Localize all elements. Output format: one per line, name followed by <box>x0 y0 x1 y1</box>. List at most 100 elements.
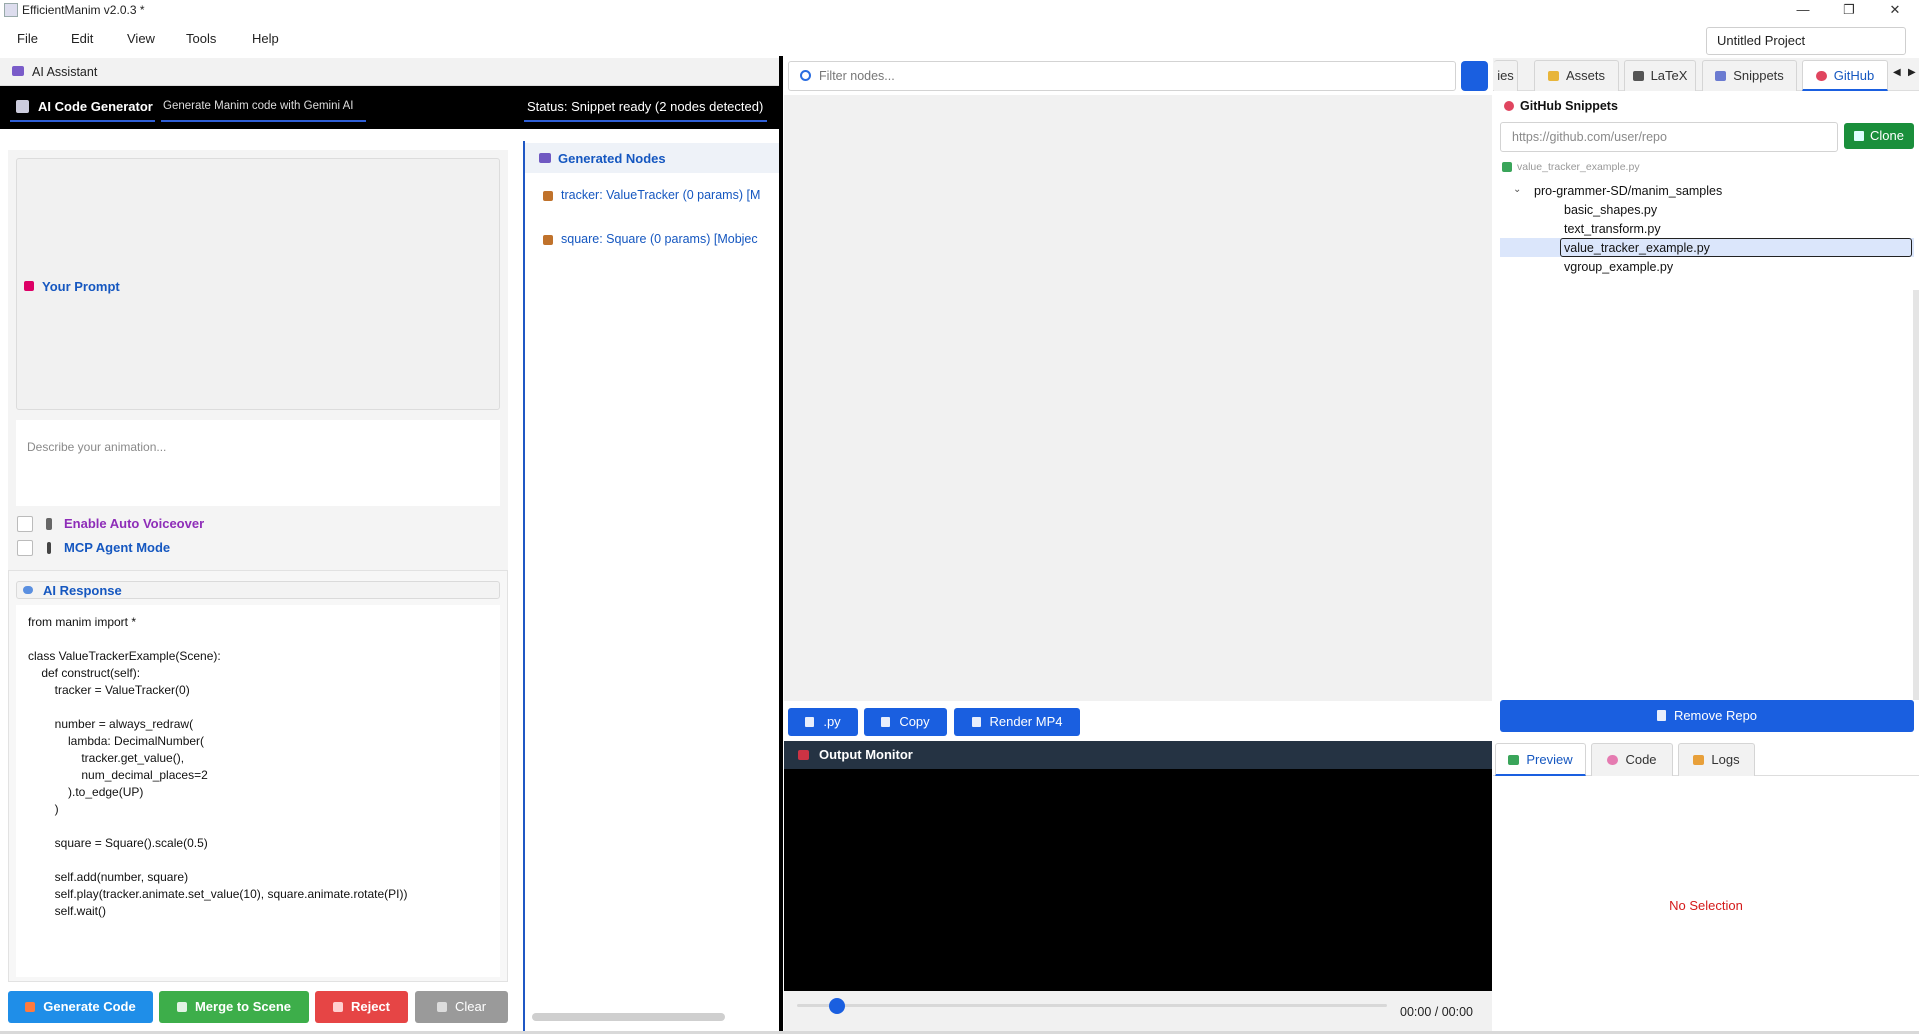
tree-file-item[interactable]: text_transform.py <box>1564 222 1661 236</box>
maximize-button[interactable]: ❐ <box>1826 0 1872 20</box>
render-mp4-button[interactable]: Render MP4 <box>954 708 1080 736</box>
chevron-down-icon[interactable]: ⌄ <box>1513 184 1521 195</box>
title-bar: EfficientManim v2.0.3 * — ❐ ✕ <box>0 0 1919 20</box>
monitor-icon <box>798 750 809 760</box>
panel-divider[interactable] <box>779 56 783 1034</box>
nodes-horizontal-scrollbar[interactable] <box>532 1013 725 1021</box>
node-item-tracker[interactable]: tracker: ValueTracker (0 params) [M <box>561 188 789 202</box>
generated-nodes-header: Generated Nodes <box>525 143 779 173</box>
clear-button[interactable]: Clear <box>415 991 508 1023</box>
filter-action-button[interactable] <box>1461 61 1488 91</box>
picture-icon <box>1508 755 1520 765</box>
clipboard-icon <box>881 717 891 727</box>
prompt-icon <box>24 281 34 291</box>
reject-button[interactable]: Reject <box>315 991 408 1023</box>
save-py-label: .py <box>823 714 841 729</box>
tab-properties-label: ies <box>1497 68 1514 83</box>
save-py-button[interactable]: .py <box>788 708 858 736</box>
tab-preview-label: Preview <box>1526 752 1573 767</box>
pen-icon <box>1632 71 1644 81</box>
pin-icon <box>47 542 51 554</box>
remove-repo-button[interactable]: Remove Repo <box>1500 700 1914 732</box>
copy-label: Copy <box>899 714 930 729</box>
node-item-square[interactable]: square: Square (0 params) [Mobjec <box>561 232 789 246</box>
tab-assets-label: Assets <box>1565 68 1605 83</box>
menu-tools[interactable]: Tools <box>186 31 216 46</box>
generator-title-underline <box>10 120 155 122</box>
no-selection-message: No Selection <box>1669 898 1743 913</box>
output-monitor-title: Output Monitor <box>819 747 913 762</box>
search-icon <box>800 70 811 81</box>
status-underline <box>524 120 767 122</box>
generator-subtitle: Generate Manim code with Gemini AI <box>163 100 354 112</box>
ai-assistant-header: AI Assistant <box>0 58 780 86</box>
merge-to-scene-button[interactable]: Merge to Scene <box>159 991 309 1023</box>
menu-file[interactable]: File <box>17 31 38 46</box>
chat-bubble-icon <box>23 586 33 594</box>
response-code[interactable]: from manim import * class ValueTrackerEx… <box>16 605 500 977</box>
tab-latex-label: LaTeX <box>1650 68 1688 83</box>
tab-logs[interactable]: Logs <box>1678 743 1755 776</box>
app-icon <box>4 3 18 17</box>
github-icon <box>1815 71 1827 81</box>
mcp-agent-label[interactable]: MCP Agent Mode <box>64 540 170 555</box>
output-monitor-header: Output Monitor <box>784 741 1492 769</box>
project-name-field[interactable]: Untitled Project <box>1706 27 1906 55</box>
generator-status: Status: Snippet ready (2 nodes detected) <box>527 99 764 114</box>
menu-view[interactable]: View <box>127 31 155 46</box>
tab-scroll-right-icon[interactable]: ▶ <box>1908 67 1916 78</box>
menu-edit[interactable]: Edit <box>71 31 93 46</box>
file-icon <box>805 717 815 727</box>
reject-label: Reject <box>350 999 391 1014</box>
generator-icon <box>16 100 29 113</box>
tab-code[interactable]: Code <box>1591 743 1673 776</box>
trash-icon <box>436 1002 447 1012</box>
node-canvas[interactable] <box>784 95 1492 701</box>
mcp-agent-checkbox[interactable] <box>17 540 33 556</box>
generator-title: AI Code Generator <box>38 99 153 114</box>
timeline-slider-track[interactable] <box>797 1004 1387 1007</box>
tab-snippets[interactable]: Snippets <box>1702 60 1797 91</box>
generated-nodes-title: Generated Nodes <box>558 151 666 166</box>
tab-code-label: Code <box>1625 752 1657 767</box>
minimize-button[interactable]: — <box>1780 0 1826 20</box>
tab-latex[interactable]: LaTeX <box>1624 60 1696 91</box>
timeline-slider-handle[interactable] <box>829 998 845 1014</box>
repo-url-input[interactable] <box>1500 122 1838 152</box>
prompt-input[interactable] <box>16 420 500 506</box>
voiceover-label[interactable]: Enable Auto Voiceover <box>64 516 204 531</box>
generate-code-button[interactable]: Generate Code <box>8 991 153 1023</box>
tab-snippets-label: Snippets <box>1733 68 1784 83</box>
tab-scroll-left-icon[interactable]: ◀ <box>1893 67 1901 78</box>
x-icon <box>332 1002 343 1012</box>
close-button[interactable]: ✕ <box>1872 0 1918 20</box>
prompt-label: Your Prompt <box>42 279 120 294</box>
flame-icon <box>25 1002 36 1012</box>
tab-preview[interactable]: Preview <box>1495 743 1586 776</box>
merge-to-scene-label: Merge to Scene <box>194 999 292 1014</box>
film-icon <box>971 717 981 727</box>
copy-button[interactable]: Copy <box>864 708 947 736</box>
snippets-icon <box>1715 71 1727 81</box>
menu-bar: File Edit View Tools Help <box>0 20 1919 58</box>
tab-logs-label: Logs <box>1711 752 1740 767</box>
tree-repo-node[interactable]: pro-grammer-SD/manim_samples <box>1534 184 1722 198</box>
tree-file-item[interactable]: vgroup_example.py <box>1564 260 1673 274</box>
tab-github[interactable]: GitHub <box>1802 60 1888 91</box>
tree-file-item-selected[interactable]: value_tracker_example.py <box>1564 241 1710 255</box>
selected-file-label: value_tracker_example.py <box>1517 161 1640 173</box>
voiceover-checkbox[interactable] <box>17 516 33 532</box>
output-monitor-video <box>784 769 1492 991</box>
tab-assets[interactable]: Assets <box>1534 60 1619 91</box>
check-icon <box>1502 162 1512 172</box>
generated-nodes-panel <box>523 141 779 1033</box>
tree-file-item[interactable]: basic_shapes.py <box>1564 203 1657 217</box>
download-icon <box>1854 131 1865 141</box>
right-panel-scrollbar[interactable] <box>1913 290 1919 700</box>
filter-nodes-input[interactable] <box>788 61 1456 91</box>
generator-subtitle-underline <box>161 120 366 122</box>
film-icon <box>539 153 551 163</box>
clone-button[interactable]: Clone <box>1844 123 1914 149</box>
menu-help[interactable]: Help <box>252 31 279 46</box>
tab-properties[interactable]: ies <box>1494 60 1518 91</box>
